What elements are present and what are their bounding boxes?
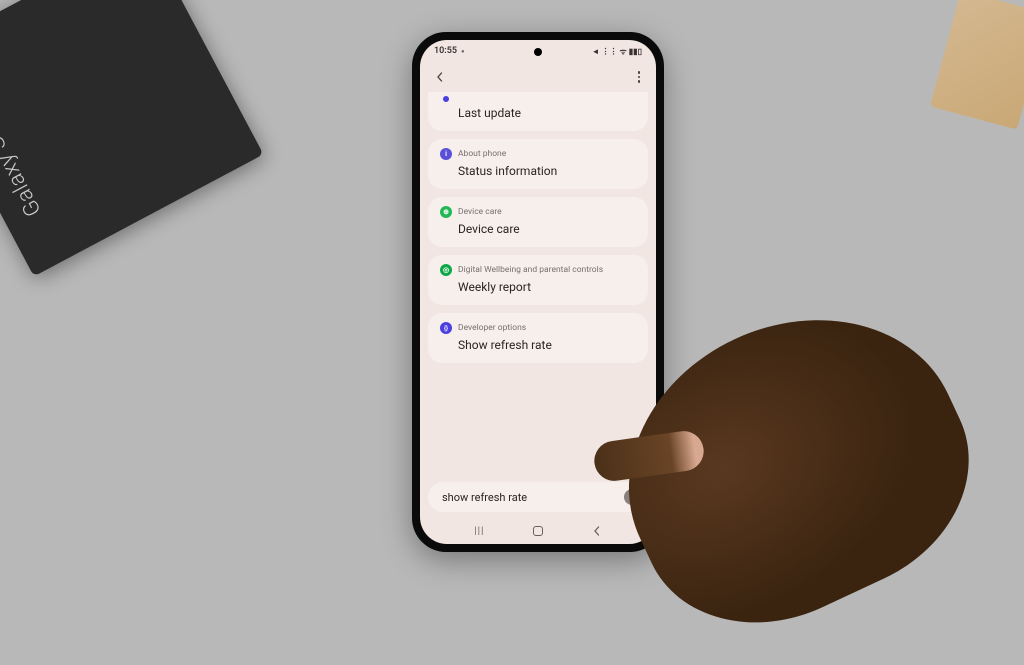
result-header: ⊕ Device care [440,206,636,218]
more-options-button[interactable] [634,67,645,87]
camera-cutout [534,48,542,56]
search-input[interactable]: show refresh rate ✕ [428,482,648,512]
result-header [440,96,636,102]
developer-icon: {} [440,322,452,334]
result-weekly-report[interactable]: ◎ Digital Wellbeing and parental control… [428,255,648,305]
result-icon [443,96,449,102]
dot-icon [638,71,641,74]
device-care-icon: ⊕ [440,206,452,218]
status-left: 10:55 ● [434,46,465,56]
navigation-bar: ||| [420,518,656,544]
result-header: {} Developer options [440,322,636,334]
result-category: About phone [458,149,506,159]
nav-back-button[interactable] [590,524,604,538]
info-icon: i [440,148,452,160]
box-label: Galaxy S25 Ultra [0,62,47,220]
result-category: Digital Wellbeing and parental controls [458,265,603,275]
result-device-care[interactable]: ⊕ Device care Device care [428,197,648,247]
result-category: Developer options [458,323,526,333]
dot-icon [638,80,641,83]
app-header [420,62,656,92]
wellbeing-icon: ◎ [440,264,452,276]
result-status-information[interactable]: i About phone Status information [428,139,648,189]
result-header: i About phone [440,148,636,160]
wood-block-prop [930,0,1024,130]
result-title: Status information [440,164,636,178]
result-show-refresh-rate[interactable]: {} Developer options Show refresh rate [428,313,648,363]
notification-dot-icon: ● [461,48,465,55]
result-last-update[interactable]: Last update [428,92,648,131]
search-query-text: show refresh rate [442,491,527,504]
recents-button[interactable]: ||| [472,524,486,538]
search-results-list: Last update i About phone Status informa… [420,92,656,478]
close-icon: ✕ [628,492,636,502]
chevron-left-icon [592,526,602,536]
result-title: Weekly report [440,280,636,294]
result-title: Last update [440,106,636,120]
phone-frame: 10:55 ● ◄ ⋮⋮ ᯤ ▮▮▯ Last update [412,32,664,552]
result-title: Device care [440,222,636,236]
status-time: 10:55 [434,46,457,56]
dot-icon [638,76,641,79]
home-icon [533,526,543,536]
chevron-left-icon [435,72,445,82]
product-box-prop: Galaxy S25 Ultra [0,0,263,276]
result-header: ◎ Digital Wellbeing and parental control… [440,264,636,276]
home-button[interactable] [531,524,545,538]
recents-icon: ||| [474,526,484,537]
phone-screen: 10:55 ● ◄ ⋮⋮ ᯤ ▮▮▯ Last update [420,40,656,544]
back-button[interactable] [432,69,448,85]
result-title: Show refresh rate [440,338,636,352]
clear-search-button[interactable]: ✕ [624,489,640,505]
status-right-icons: ◄ ⋮⋮ ᯤ ▮▮▯ [592,46,642,57]
result-category: Device care [458,207,502,217]
